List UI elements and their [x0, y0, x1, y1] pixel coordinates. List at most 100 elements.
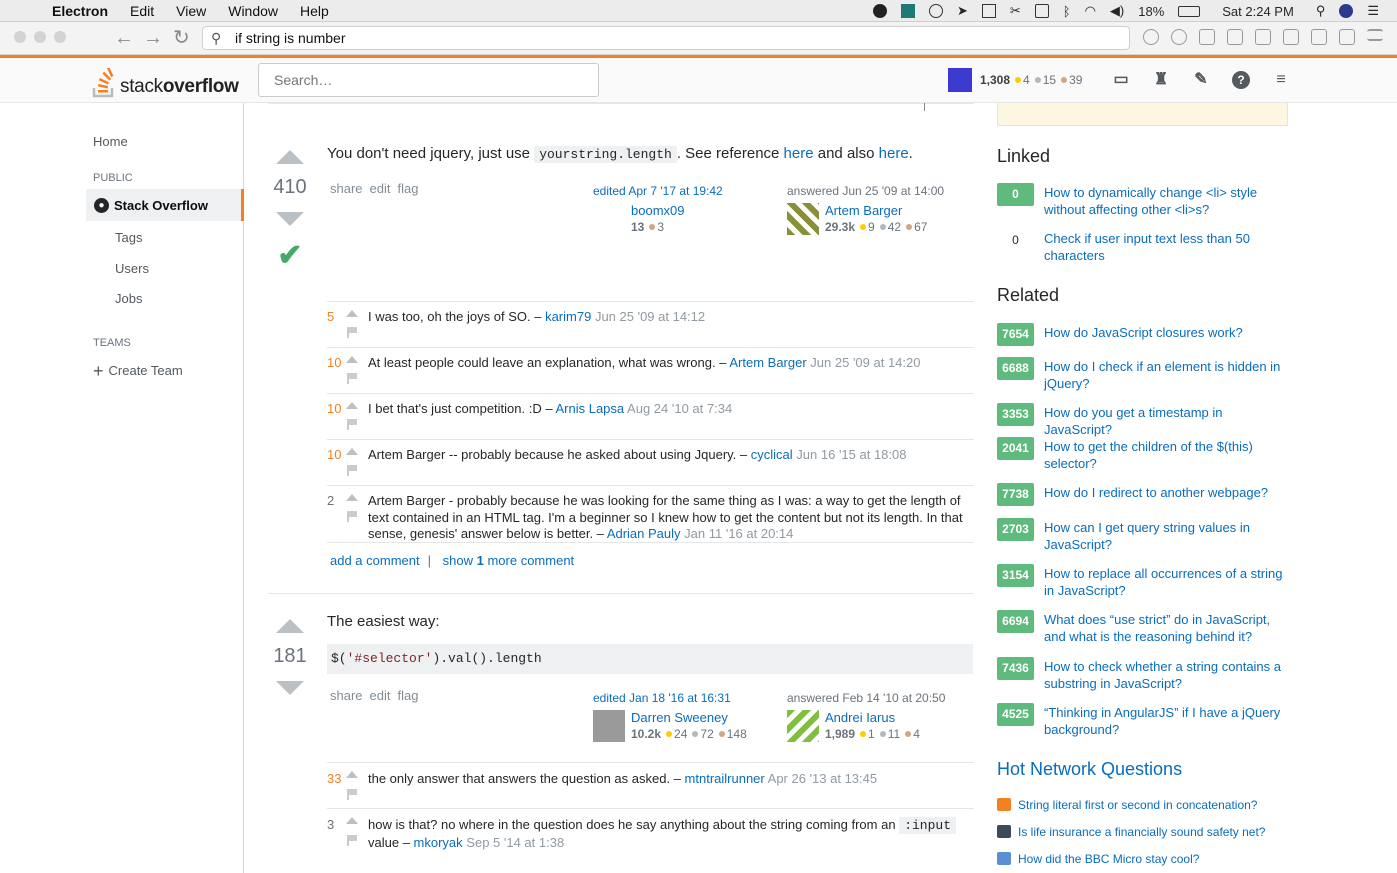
user-card[interactable]: 1,308 4 15 39	[948, 68, 1082, 92]
achievements-trophy-icon[interactable]: ♜	[1152, 71, 1170, 89]
comment-upvote-icon[interactable]	[346, 771, 358, 778]
nav-home[interactable]: Home	[93, 134, 128, 149]
author-avatar[interactable]	[787, 710, 819, 742]
comment-upvote-icon[interactable]	[346, 494, 358, 501]
bookmark-status-icon[interactable]	[981, 4, 996, 18]
airplay-icon[interactable]	[1034, 4, 1049, 18]
create-team-link[interactable]: + Create Team	[93, 361, 183, 382]
nav-jobs[interactable]: Jobs	[115, 291, 142, 306]
battery-percent[interactable]: 18%	[1138, 4, 1164, 19]
edit-link[interactable]: edit	[370, 688, 391, 703]
user-avatar[interactable]	[948, 68, 972, 92]
downvote-arrow-icon[interactable]	[276, 212, 304, 226]
wifi-icon[interactable]: ◠	[1085, 3, 1096, 19]
zoom-window-button[interactable]	[54, 31, 66, 43]
comment-upvote-icon[interactable]	[346, 310, 358, 317]
volume-icon[interactable]: ◀)	[1110, 3, 1124, 19]
editor-name[interactable]: Darren Sweeney	[631, 710, 747, 725]
nav-tags[interactable]: Tags	[115, 230, 142, 245]
hot-question-link[interactable]: Is life insurance a financially sound sa…	[1018, 825, 1265, 839]
reference-link[interactable]: here	[879, 145, 909, 162]
screenshot-icon[interactable]	[1339, 29, 1355, 45]
nav-users[interactable]: Users	[115, 261, 149, 276]
flag-link[interactable]: flag	[398, 181, 419, 196]
edit-link[interactable]: edit	[370, 181, 391, 196]
spotlight-search-icon[interactable]: ⚲	[1316, 3, 1326, 19]
linked-question-link[interactable]: Check if user input text less than 50 ch…	[1044, 229, 1289, 264]
related-question[interactable]: 4525 “Thinking in AngularJS” if I have a…	[997, 703, 1289, 738]
author-avatar[interactable]	[787, 203, 819, 235]
comment-user[interactable]: Adrian Pauly	[607, 526, 681, 541]
related-question-link[interactable]: “Thinking in AngularJS” if I have a jQue…	[1044, 703, 1289, 738]
author-name[interactable]: Andrei Iarus	[825, 710, 920, 725]
related-question-link[interactable]: How to check whether a string contains a…	[1044, 657, 1289, 692]
comment-date[interactable]: Sep 5 '14 at 1:38	[466, 835, 564, 850]
comment-upvote-icon[interactable]	[346, 817, 358, 824]
help-icon[interactable]: ?	[1232, 71, 1250, 89]
related-question-link[interactable]: How do you get a timestamp in JavaScript…	[1044, 403, 1289, 438]
comment-date[interactable]: Jun 25 '09 at 14:12	[595, 309, 705, 324]
comment-user[interactable]: mtntrailrunner	[685, 771, 765, 786]
related-question[interactable]: 6694 What does “use strict” do in JavaSc…	[997, 610, 1289, 645]
related-question[interactable]: 7436 How to check whether a string conta…	[997, 657, 1289, 692]
show-more-comments-link[interactable]: show 1 more comment	[443, 553, 575, 568]
forward-arrow-icon[interactable]: →	[143, 27, 163, 49]
related-question[interactable]: 7654 How do JavaScript closures work?	[997, 323, 1289, 346]
linked-question[interactable]: 0 How to dynamically change <li> style w…	[997, 183, 1289, 218]
record-icon[interactable]	[872, 4, 887, 18]
comment-flag-icon[interactable]	[347, 465, 357, 476]
minimize-window-button[interactable]	[34, 31, 46, 43]
inbox-icon[interactable]: ▭	[1112, 71, 1130, 89]
clock[interactable]: Sat 2:24 PM	[1222, 4, 1294, 19]
reference-link[interactable]: here	[784, 145, 814, 162]
url-input[interactable]	[235, 30, 1115, 46]
review-queue-icon[interactable]: ✎	[1192, 71, 1210, 89]
editor-avatar[interactable]	[593, 710, 625, 742]
back-arrow-icon[interactable]: ←	[114, 27, 134, 49]
menu-window[interactable]: Window	[228, 3, 278, 19]
reader-icon[interactable]	[1311, 29, 1327, 45]
comment-user[interactable]: cyclical	[751, 447, 793, 462]
comment-date[interactable]: Jan 11 '16 at 20:14	[684, 526, 793, 541]
hot-network-question[interactable]: String literal first or second in concat…	[997, 798, 1257, 812]
edited-timestamp-link[interactable]: edited Apr 7 '17 at 19:42	[593, 184, 723, 198]
related-question-link[interactable]: How do I redirect to another webpage?	[1044, 483, 1289, 506]
comment-user[interactable]: Artem Barger	[729, 355, 806, 370]
related-question-link[interactable]: How can I get query string values in Jav…	[1044, 518, 1289, 553]
comment-flag-icon[interactable]	[347, 327, 357, 338]
upvote-arrow-icon[interactable]	[276, 150, 304, 164]
related-question[interactable]: 7738 How do I redirect to another webpag…	[997, 483, 1289, 506]
comment-user[interactable]: mkoryak	[414, 835, 463, 850]
linked-question-link[interactable]: How to dynamically change <li> style wit…	[1044, 183, 1289, 218]
related-question[interactable]: 3154 How to replace all occurrences of a…	[997, 564, 1289, 599]
library-icon[interactable]	[1283, 29, 1299, 45]
comment-user[interactable]: karim79	[545, 309, 591, 324]
siri-icon[interactable]	[1339, 4, 1354, 18]
comment-upvote-icon[interactable]	[346, 356, 358, 363]
comment-flag-icon[interactable]	[347, 511, 357, 522]
site-switcher-icon[interactable]: ≡	[1272, 71, 1290, 89]
comment-date[interactable]: Aug 24 '10 at 7:34	[627, 401, 732, 416]
linked-question[interactable]: 0 Check if user input text less than 50 …	[997, 229, 1289, 264]
fullscreen-icon[interactable]	[1199, 29, 1215, 45]
related-question-link[interactable]: How to replace all occurrences of a stri…	[1044, 564, 1289, 599]
comment-date[interactable]: Apr 26 '13 at 13:45	[768, 771, 877, 786]
share-link[interactable]: share	[330, 688, 363, 703]
related-question-link[interactable]: How do I check if an element is hidden i…	[1044, 357, 1289, 392]
location-icon[interactable]: ➤	[957, 3, 968, 19]
downvote-arrow-icon[interactable]	[276, 681, 304, 695]
bluetooth-icon[interactable]: ᛒ	[1063, 4, 1071, 19]
stackoverflow-logo[interactable]: stackoverflow	[92, 64, 239, 98]
menu-app-name[interactable]: Electron	[52, 3, 108, 19]
upvote-arrow-icon[interactable]	[276, 619, 304, 633]
comment-flag-icon[interactable]	[347, 835, 357, 846]
comment-upvote-icon[interactable]	[346, 402, 358, 409]
edited-timestamp-link[interactable]: edited Jan 18 '16 at 16:31	[593, 691, 747, 705]
comment-flag-icon[interactable]	[347, 419, 357, 430]
hot-question-link[interactable]: String literal first or second in concat…	[1018, 798, 1257, 812]
related-question[interactable]: 2041 How to get the children of the $(th…	[997, 437, 1289, 472]
notification-center-icon[interactable]: ☰	[1367, 3, 1379, 19]
comment-flag-icon[interactable]	[347, 373, 357, 384]
related-question-link[interactable]: How do JavaScript closures work?	[1044, 323, 1289, 346]
battery-icon[interactable]	[1178, 5, 1201, 17]
